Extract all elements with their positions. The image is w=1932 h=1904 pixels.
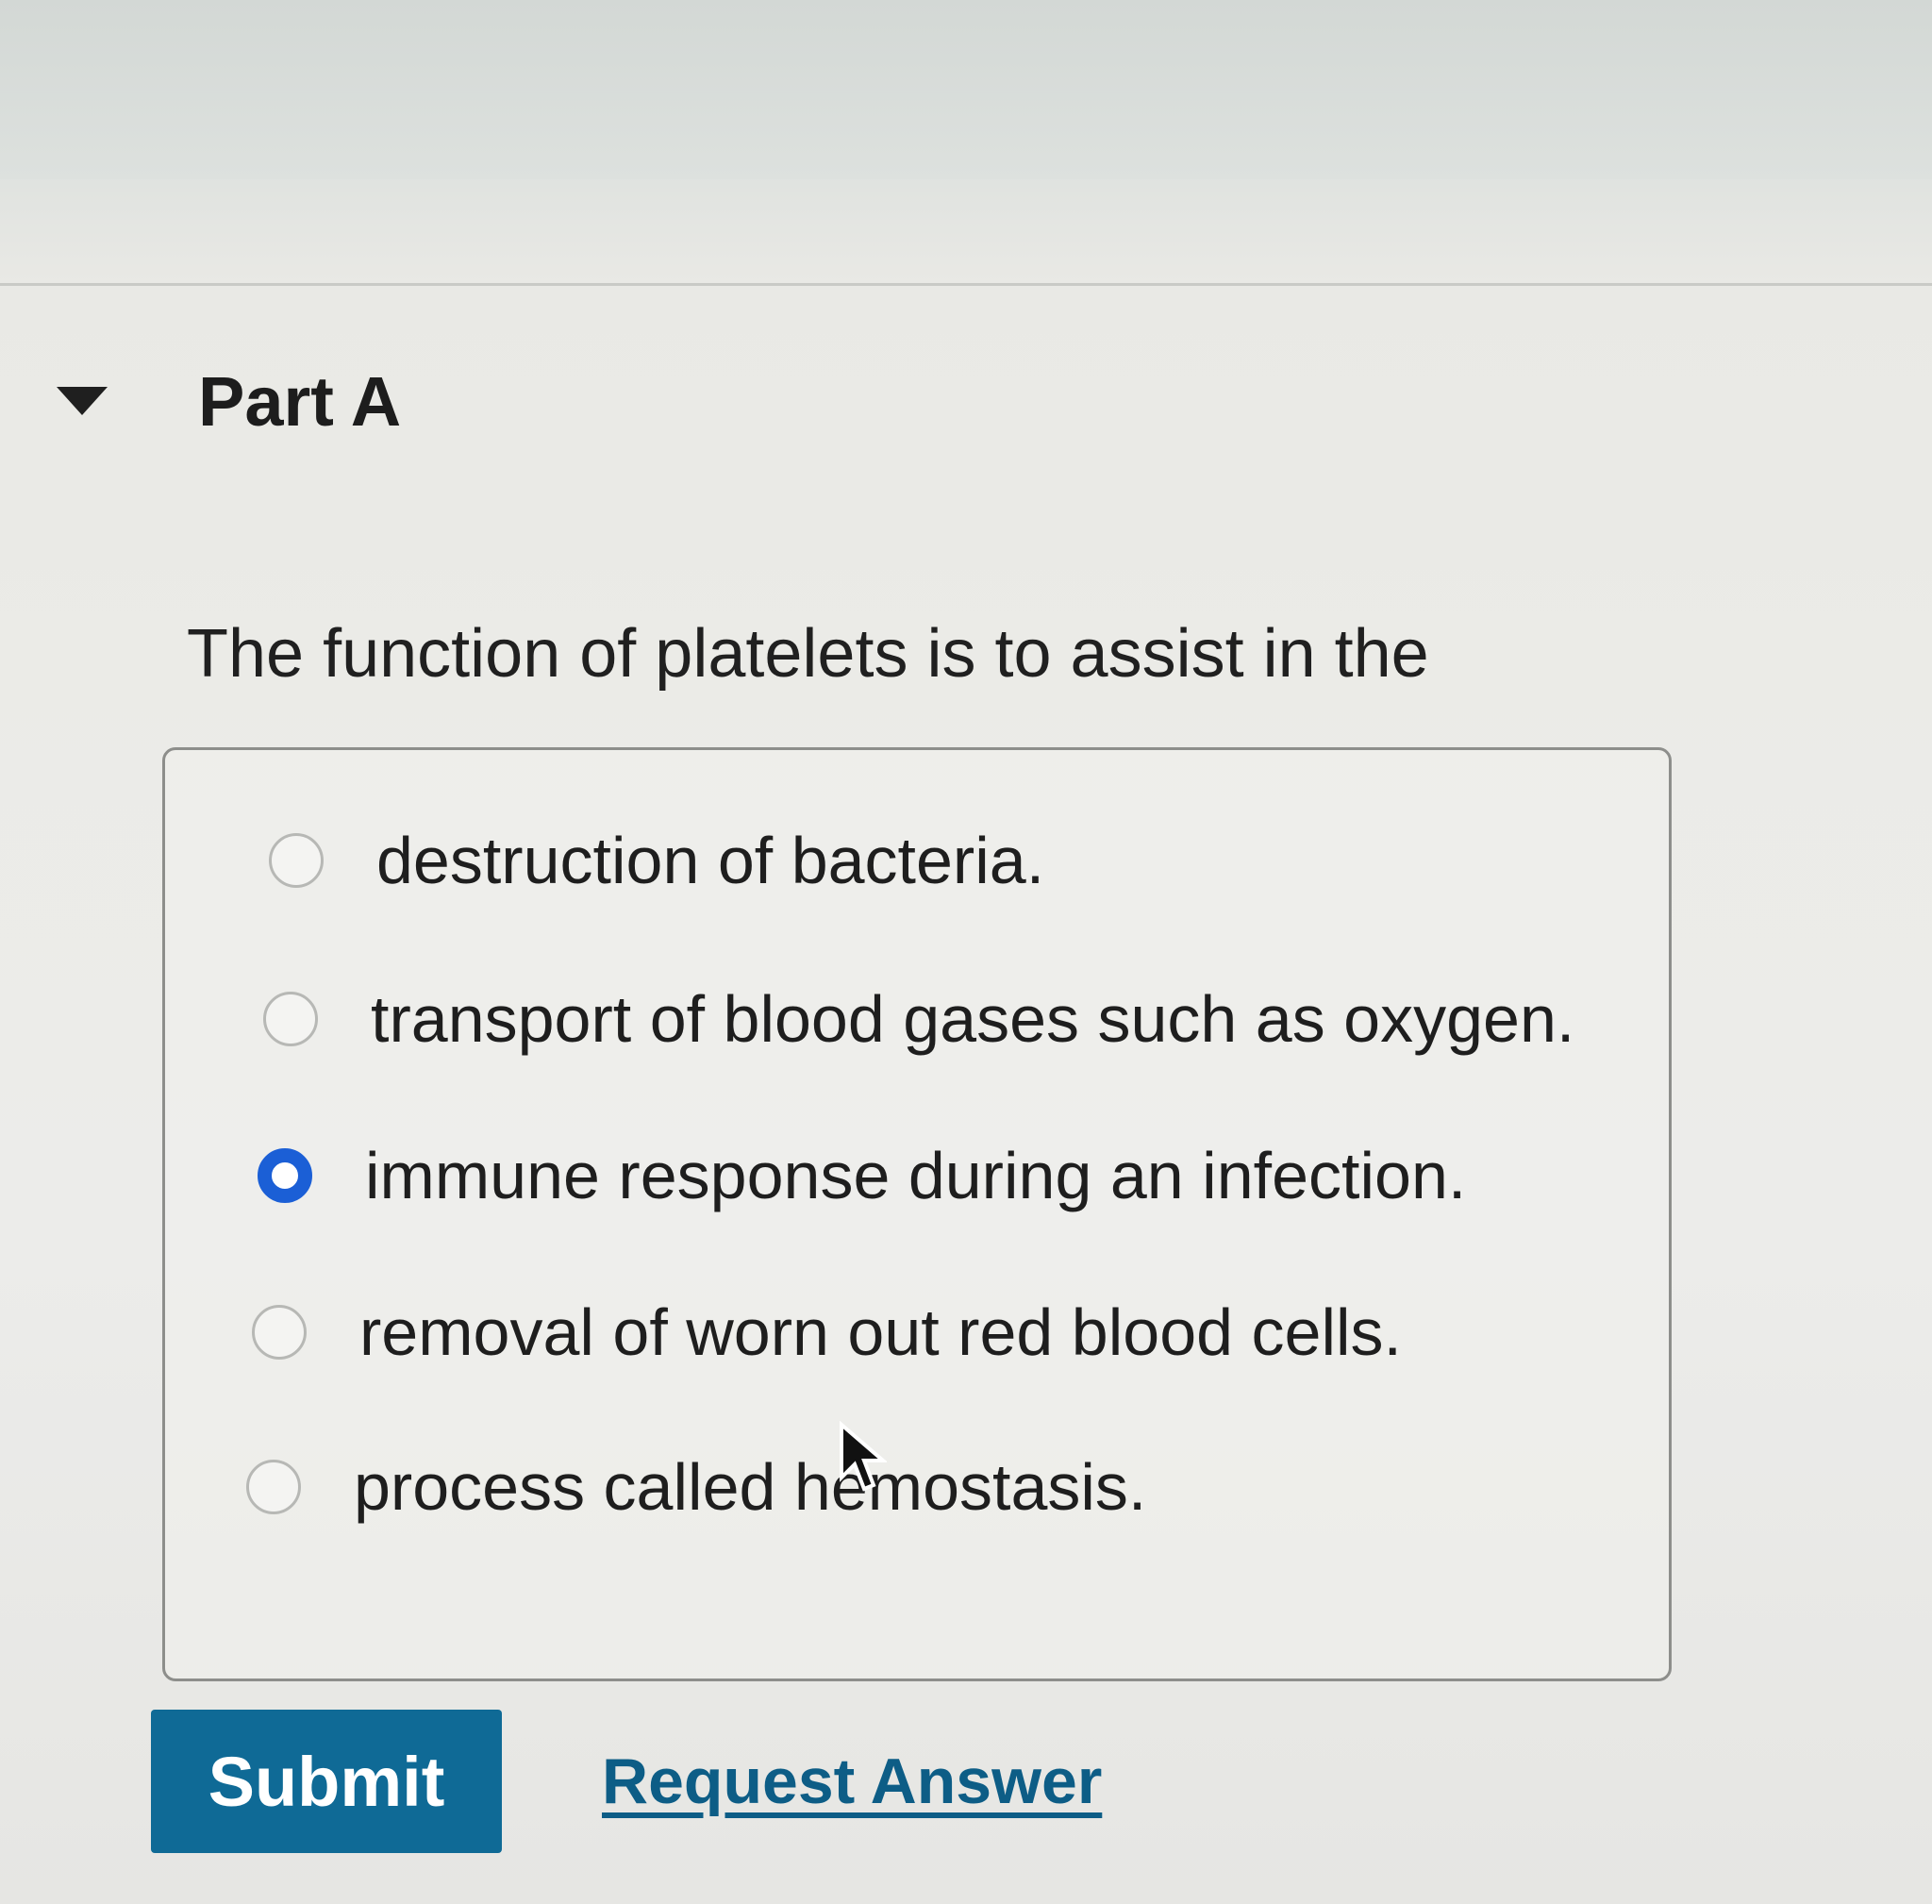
- radio-button[interactable]: [246, 1460, 301, 1514]
- option-label: destruction of bacteria.: [376, 824, 1045, 897]
- option-label: removal of worn out red blood cells.: [359, 1295, 1402, 1369]
- option-label: process called hemostasis.: [354, 1450, 1147, 1524]
- part-title: Part A: [198, 361, 402, 441]
- submit-button[interactable]: Submit: [151, 1710, 502, 1853]
- question-prompt: The function of platelets is to assist i…: [187, 616, 1429, 692]
- option-label: immune response during an infection.: [365, 1139, 1467, 1212]
- radio-button[interactable]: [263, 992, 318, 1046]
- top-banner: [0, 0, 1932, 179]
- option-transport-of-blood-gases[interactable]: transport of blood gases such as oxygen.: [263, 977, 1574, 1061]
- option-immune-response[interactable]: immune response during an infection.: [258, 1133, 1466, 1218]
- section-divider: [0, 283, 1932, 286]
- option-destruction-of-bacteria[interactable]: destruction of bacteria.: [269, 818, 1044, 903]
- part-header[interactable]: Part A: [57, 349, 401, 453]
- caret-down-icon[interactable]: [57, 387, 108, 415]
- option-hemostasis[interactable]: process called hemostasis.: [246, 1445, 1146, 1529]
- option-removal-of-red-blood-cells[interactable]: removal of worn out red blood cells.: [252, 1290, 1402, 1375]
- radio-button-selected[interactable]: [258, 1148, 312, 1203]
- action-bar: Submit Request Answer: [151, 1710, 1102, 1853]
- option-label: transport of blood gases such as oxygen.: [371, 982, 1575, 1056]
- mouse-pointer-icon: [840, 1421, 887, 1492]
- radio-button[interactable]: [269, 833, 324, 888]
- request-answer-link[interactable]: Request Answer: [602, 1745, 1102, 1818]
- answer-options-box: destruction of bacteria. transport of bl…: [162, 747, 1672, 1681]
- radio-button[interactable]: [252, 1305, 307, 1360]
